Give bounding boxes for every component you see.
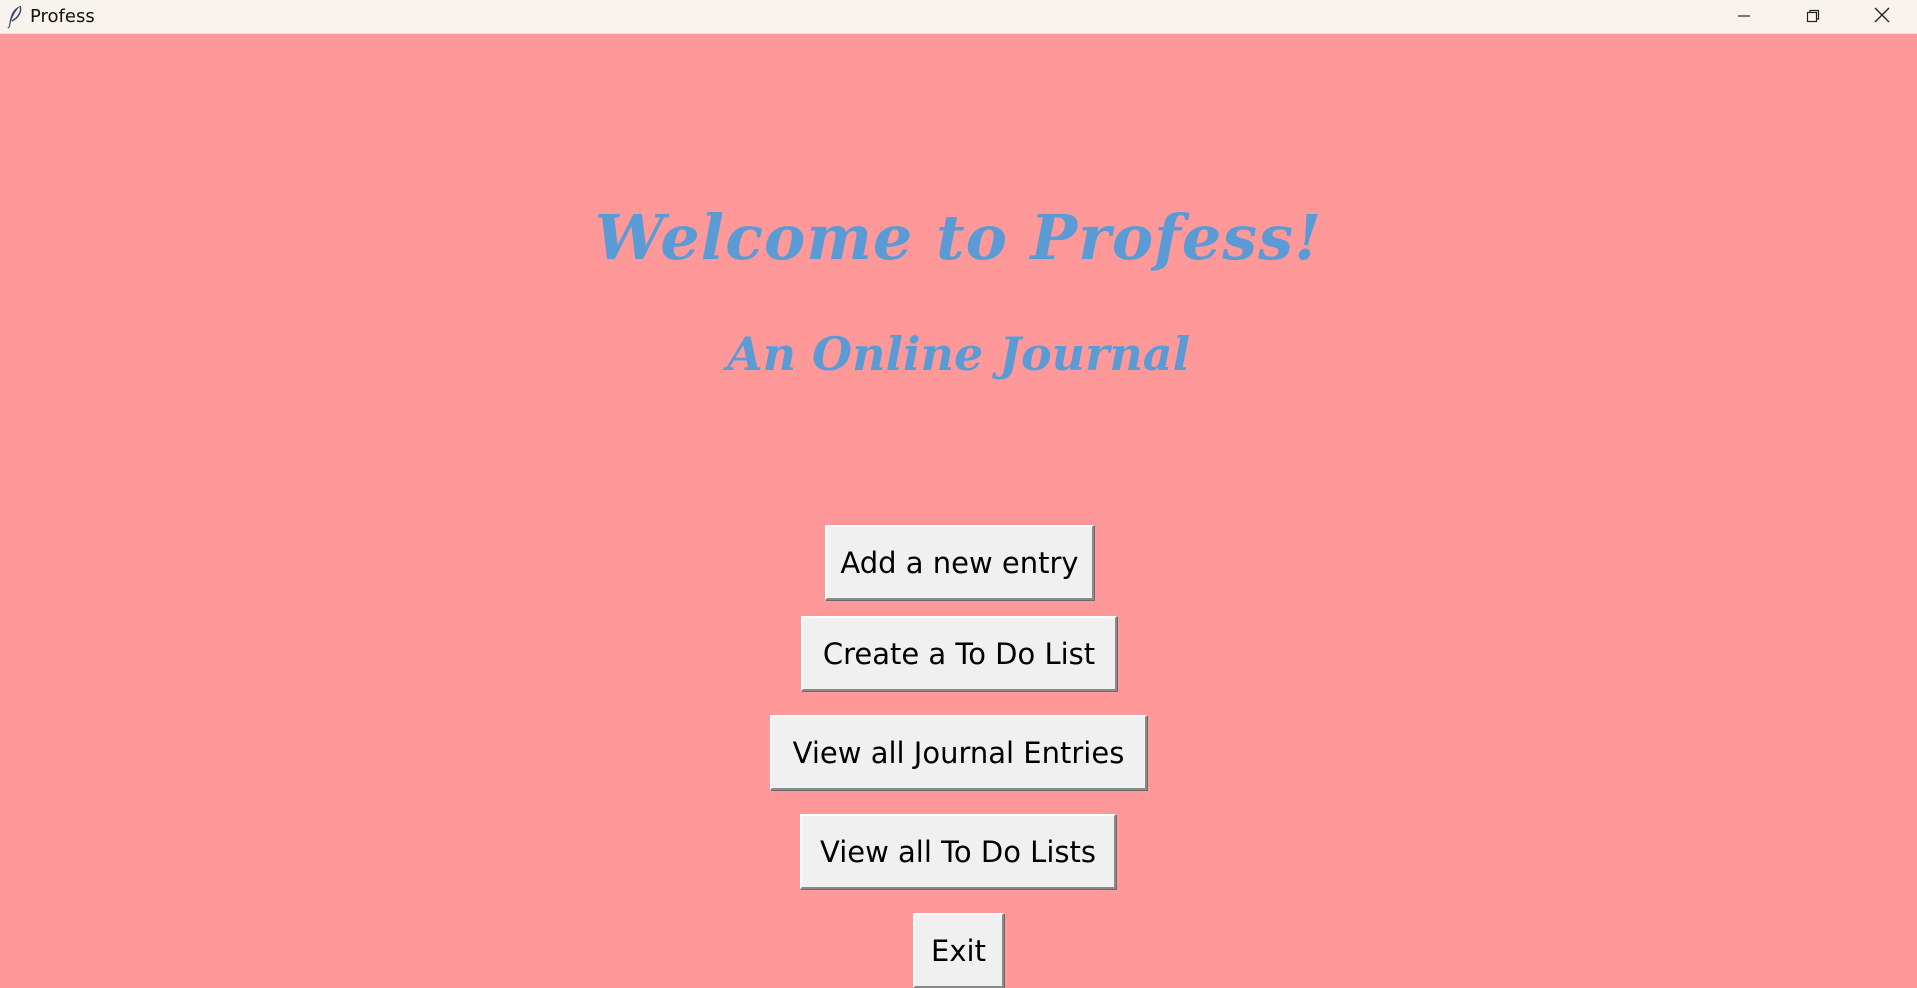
window-title: Profess [30, 6, 95, 27]
view-todo-lists-button[interactable]: View all To Do Lists [800, 814, 1116, 889]
app-window: Profess Welcome to Profess! An Online Jo… [0, 0, 1917, 988]
restore-icon [1806, 8, 1820, 27]
exit-button[interactable]: Exit [913, 913, 1004, 988]
minimize-icon [1737, 8, 1751, 27]
page-subtitle: An Online Journal [726, 327, 1191, 381]
restore-button[interactable] [1778, 0, 1848, 34]
title-bar[interactable]: Profess [0, 0, 1917, 34]
view-journal-entries-button[interactable]: View all Journal Entries [770, 715, 1147, 790]
add-entry-button[interactable]: Add a new entry [825, 525, 1094, 600]
close-icon [1874, 7, 1890, 27]
feather-icon [5, 5, 25, 29]
close-button[interactable] [1847, 0, 1917, 34]
main-content: Welcome to Profess! An Online Journal Ad… [0, 34, 1917, 988]
page-title: Welcome to Profess! [594, 201, 1323, 274]
create-todo-list-button[interactable]: Create a To Do List [801, 616, 1117, 691]
minimize-button[interactable] [1709, 0, 1779, 34]
